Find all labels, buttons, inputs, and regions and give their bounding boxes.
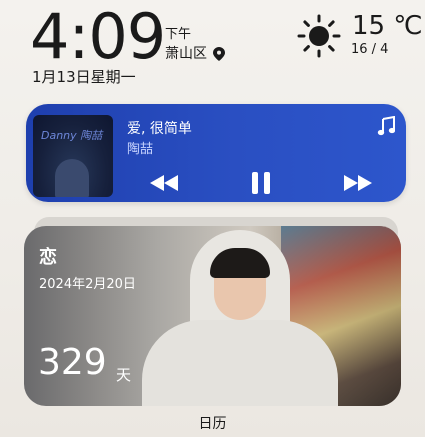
anniversary-start-date: 2024年2月20日 — [39, 277, 136, 292]
anniversary-days-unit: 天 — [116, 366, 132, 384]
widget-caption[interactable]: 日历 — [0, 413, 425, 433]
previous-icon[interactable] — [150, 175, 178, 191]
music-note-icon[interactable] — [377, 116, 395, 136]
album-art-person — [55, 159, 89, 197]
album-art-text: Danny 陶喆 — [41, 129, 103, 142]
person-body — [142, 320, 338, 406]
clock-time: 4:09 — [30, 0, 166, 73]
anniversary-days-count: 329 — [38, 342, 107, 383]
next-icon[interactable] — [344, 175, 372, 191]
anniversary-widget[interactable]: 恋 2024年2月20日 329 天 — [24, 226, 401, 406]
weather-range: 16 / 4 — [351, 42, 389, 57]
anniversary-title: 恋 — [39, 247, 57, 268]
clock-ampm: 下午 — [165, 27, 192, 42]
pause-icon[interactable] — [250, 171, 272, 195]
song-title: 爱, 很简单 — [127, 121, 192, 137]
song-artist: 陶喆 — [127, 142, 154, 157]
album-art[interactable]: Danny 陶喆 — [33, 115, 113, 197]
clock-date: 1月13日星期一 — [32, 68, 136, 86]
location-district: 萧山区 — [165, 46, 207, 62]
location-pin-icon — [213, 47, 225, 61]
music-widget[interactable]: Danny 陶喆 爱, 很简单 陶喆 — [26, 104, 406, 202]
sun-icon — [297, 14, 341, 58]
weather-temperature: 15 ℃ — [352, 11, 423, 41]
